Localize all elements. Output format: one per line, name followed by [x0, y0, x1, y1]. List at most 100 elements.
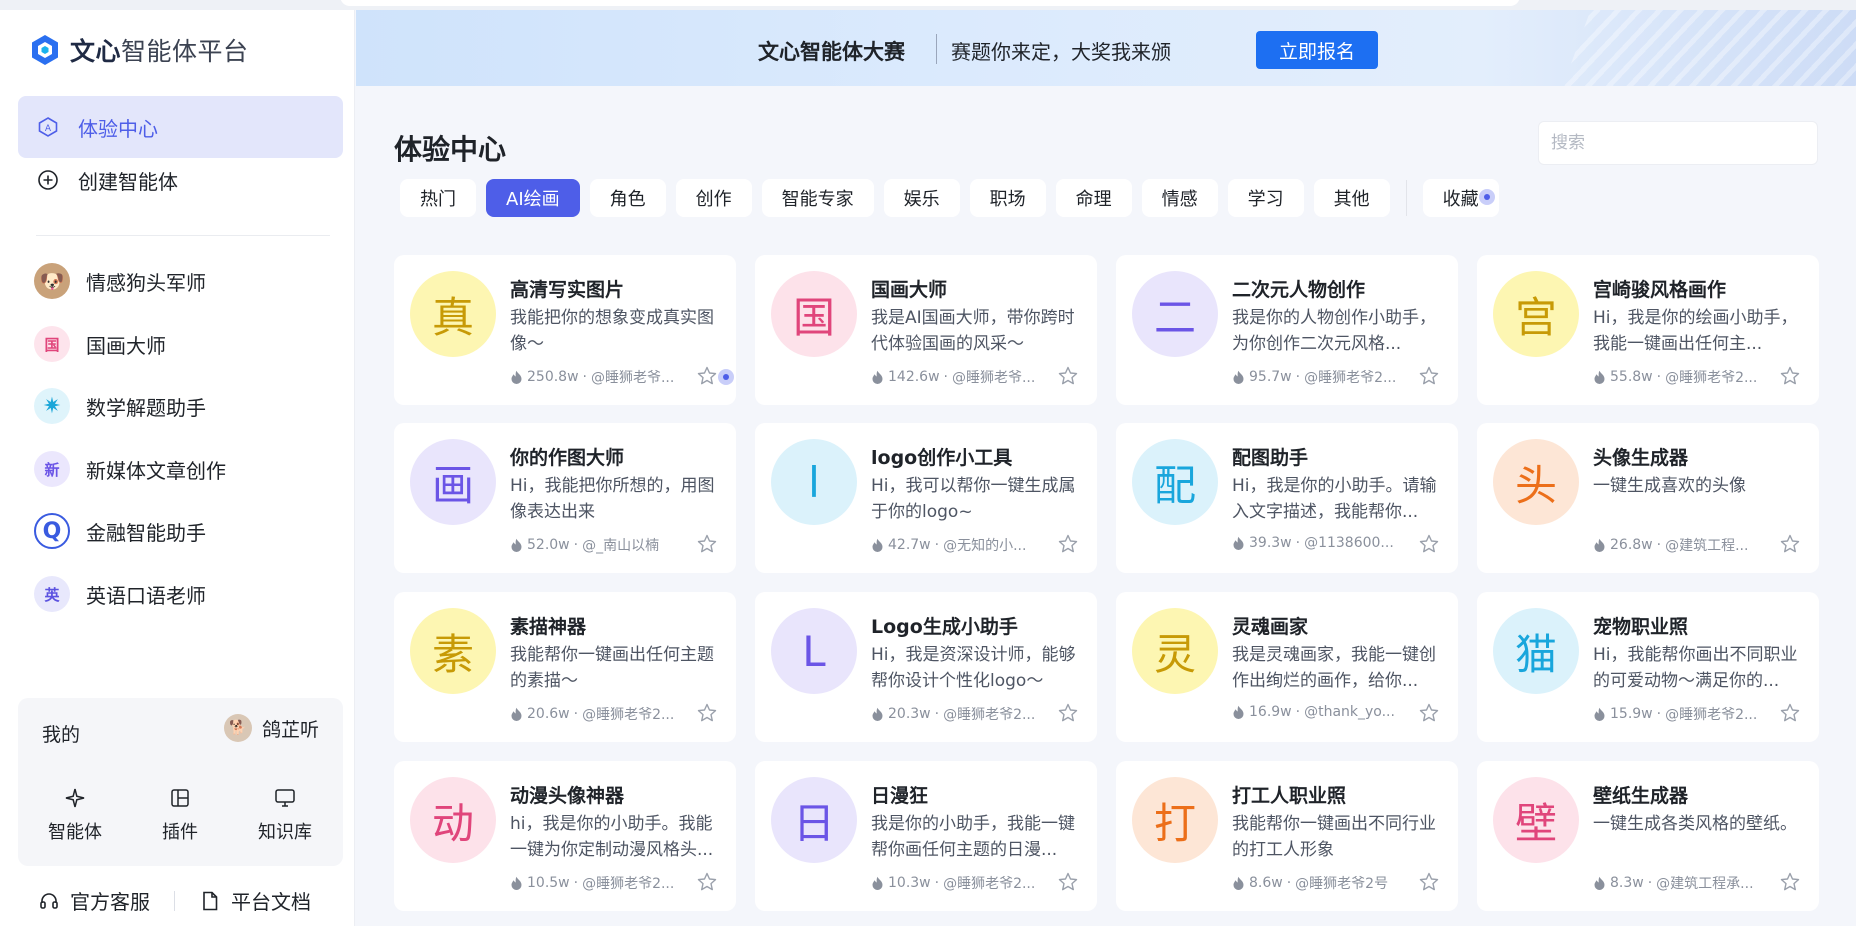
agent-card[interactable]: 头头像生成器 一键生成喜欢的头像 26.8w · @建筑工程...	[1477, 423, 1819, 573]
my-agents-button[interactable]: 智能体	[30, 786, 120, 844]
contest-banner[interactable]: 文心智能体大赛 赛题你来定，大奖我来颁 立即报名	[356, 10, 1856, 86]
favorite-star-icon[interactable]	[1779, 365, 1801, 387]
agent-meta: 16.9w · @thank_yo...	[1232, 704, 1395, 720]
agent-card[interactable]: 猫宠物职业照 Hi，我能帮你画出不同职业的可爱动物～满足你的... 15.9w · @睡…	[1477, 592, 1819, 742]
user-profile[interactable]: 🐕 鸽芷听	[223, 714, 319, 742]
tab-other[interactable]: 其他	[1313, 179, 1390, 217]
author-name: @睡狮老爷2...	[582, 876, 675, 892]
meta-dot: ·	[934, 706, 940, 722]
agent-card[interactable]: 打打工人职业照 我能帮你一键画出不同行业的打工人形象 8.6w · @睡狮老爷2号	[1116, 761, 1458, 911]
recent-agent-item[interactable]: 英 英语口语老师	[34, 569, 334, 619]
agent-card[interactable]: 画你的作图大师 Hi，我能把你所想的，用图像表达出来 52.0w · @_南山以楠	[394, 423, 736, 573]
agent-card[interactable]: 日日漫狂 我是你的小助手，我能一键帮你画任何主题的日漫... 10.3w · @睡狮老爷…	[755, 761, 1097, 911]
agent-description: 我能把你的想象变成真实图像～	[510, 308, 714, 354]
plugin-icon	[171, 789, 189, 807]
platform-docs-link[interactable]: 平台文档	[199, 886, 311, 915]
my-panel: 我的 🐕 鸽芷听 智能体 插件 知识库	[18, 698, 343, 866]
agent-description: Hi，我可以帮你一键生成属于你的logo~	[871, 476, 1076, 522]
favorite-star-icon[interactable]	[1779, 533, 1801, 555]
agent-description: Hi，我是你的小助手。请输入文字描述，我能帮你...	[1232, 476, 1437, 522]
meta-dot: ·	[1656, 369, 1662, 385]
nav-label: 创建智能体	[78, 169, 178, 194]
agent-meta: 142.6w · @睡狮老爷...	[871, 367, 1035, 387]
register-now-button[interactable]: 立即报名	[1256, 31, 1378, 69]
agent-card[interactable]: 二二次元人物创作 我是你的人物创作小助手，为你创作二次元风格... 95.7w · @睡…	[1116, 255, 1458, 405]
heat-count: 15.9w	[1610, 706, 1653, 722]
sidebar: 文心智能体平台 A 体验中心 创建智能体 🐶 情感狗头军师 国 国画大师 ✷ 数…	[0, 10, 355, 926]
search-input[interactable]	[1538, 121, 1818, 165]
favorite-star-icon[interactable]	[1779, 702, 1801, 724]
agent-card[interactable]: 真高清写实图片 我能把你的想象变成真实图像～ 250.8w · @睡狮老爷...	[394, 255, 736, 405]
agent-avatar: 新	[34, 451, 70, 487]
agent-center-icon: A	[36, 115, 60, 139]
tab-creation[interactable]: 创作	[675, 179, 752, 217]
agent-title: 高清写实图片	[510, 279, 625, 301]
agent-meta: 8.6w · @睡狮老爷2号	[1232, 873, 1388, 893]
my-plugins-button[interactable]: 插件	[135, 786, 225, 844]
agent-title: 二次元人物创作	[1232, 279, 1366, 301]
agent-icon: 壁	[1493, 777, 1579, 863]
agent-card[interactable]: 灵灵魂画家 我是灵魂画家，我能一键创作出绚烂的画作，给你... 16.9w · @tha…	[1116, 592, 1458, 742]
tab-hot[interactable]: 热门	[400, 179, 476, 217]
favorite-star-icon[interactable]	[696, 702, 718, 724]
agent-avatar: 国	[34, 326, 70, 362]
favorite-star-icon[interactable]	[1057, 871, 1079, 893]
platform-logo[interactable]: 文心智能体平台	[28, 32, 249, 68]
favorite-star-icon[interactable]	[696, 533, 718, 555]
agent-avatar: 英	[34, 576, 70, 612]
heat-count: 250.8w	[527, 369, 579, 385]
tab-fortune[interactable]: 命理	[1055, 179, 1132, 217]
favorite-star-icon[interactable]	[1418, 871, 1440, 893]
agent-title: Logo生成小助手	[871, 616, 1018, 638]
agent-icon: 动	[410, 777, 496, 863]
agent-card[interactable]: 素素描神器 我能帮你一键画出任何主题的素描～ 20.6w · @睡狮老爷2...	[394, 592, 736, 742]
agent-card[interactable]: L Logo生成小助手 Hi，我是资深设计师，能够帮你设计个性化logo～ 20.3w…	[755, 592, 1097, 742]
agent-card[interactable]: 壁壁纸生成器 一键生成各类风格的壁纸。 8.3w · @建筑工程承...	[1477, 761, 1819, 911]
favorite-star-icon[interactable]	[1418, 533, 1440, 555]
nav-create-agent[interactable]: 创建智能体	[18, 149, 343, 211]
recent-agent-label: 数学解题助手	[86, 395, 206, 420]
agent-icon: 真	[410, 271, 496, 357]
agent-description: 我是你的人物创作小助手，为你创作二次元风格...	[1232, 308, 1436, 354]
tab-smart-expert[interactable]: 智能专家	[761, 179, 874, 217]
recent-agent-item[interactable]: 国 国画大师	[34, 319, 334, 369]
author-name: @睡狮老爷...	[951, 370, 1036, 386]
heat-icon	[1594, 538, 1605, 552]
favorite-star-icon[interactable]	[1418, 365, 1440, 387]
tab-emotion[interactable]: 情感	[1141, 179, 1218, 217]
recent-agent-item[interactable]: ✷ 数学解题助手	[34, 381, 334, 431]
recent-agent-item[interactable]: 🐶 情感狗头军师	[34, 256, 334, 306]
agent-icon: 灵	[1132, 608, 1218, 694]
agent-title: 打工人职业照	[1232, 785, 1347, 807]
brand-name: 文心智能体平台	[70, 37, 249, 66]
agent-description: hi，我是你的小助手。我能一键为你定制动漫风格头...	[510, 814, 714, 860]
tab-entertainment[interactable]: 娱乐	[883, 179, 960, 217]
author-name: @睡狮老爷2...	[1665, 370, 1758, 386]
recent-agent-item[interactable]: Q 金融智能助手	[34, 506, 334, 556]
favorite-star-icon[interactable]	[1057, 533, 1079, 555]
favorite-star-icon[interactable]	[1418, 702, 1440, 724]
agent-card[interactable]: 宫宫崎骏风格画作 Hi，我是你的绘画小助手，我能一键画出任何主... 55.8w · @…	[1477, 255, 1819, 405]
author-name: @睡狮老爷2号	[1295, 876, 1389, 892]
agent-card[interactable]: 国国画大师 我是AI国画大师，带你跨时代体验国画的风采～ 142.6w · @睡狮老爷.…	[755, 255, 1097, 405]
tab-workplace[interactable]: 职场	[969, 179, 1046, 217]
agent-card[interactable]: 配配图助手 Hi，我是你的小助手。请输入文字描述，我能帮你... 39.3w · @11…	[1116, 423, 1458, 573]
favorite-star-icon[interactable]	[696, 365, 718, 387]
tab-ai-painting[interactable]: AI绘画	[486, 179, 580, 217]
agent-card[interactable]: l logo创作小工具 Hi，我可以帮你一键生成属于你的logo~ 42.7w · @无知…	[755, 423, 1097, 573]
agent-description: 我是AI国画大师，带你跨时代体验国画的风采～	[871, 308, 1075, 354]
customer-service-link[interactable]: 官方客服	[38, 886, 150, 915]
tab-role[interactable]: 角色	[589, 179, 666, 217]
favorite-star-icon[interactable]	[1057, 702, 1079, 724]
agent-card[interactable]: 动动漫头像神器 hi，我是你的小助手。我能一键为你定制动漫风格头... 10.5w ·…	[394, 761, 736, 911]
my-knowledge-base-button[interactable]: 知识库	[240, 786, 330, 844]
favorite-star-icon[interactable]	[696, 871, 718, 893]
recent-agent-label: 国画大师	[86, 333, 166, 358]
favorite-star-icon[interactable]	[1779, 871, 1801, 893]
tab-study[interactable]: 学习	[1227, 179, 1304, 217]
meta-dot: ·	[1295, 535, 1301, 551]
banner-slogan: 赛题你来定，大奖我来颁	[951, 40, 1171, 64]
recent-agent-item[interactable]: 新 新媒体文章创作	[34, 444, 334, 494]
sidebar-footer: 官方客服 平台文档	[38, 886, 311, 915]
favorite-star-icon[interactable]	[1057, 365, 1079, 387]
